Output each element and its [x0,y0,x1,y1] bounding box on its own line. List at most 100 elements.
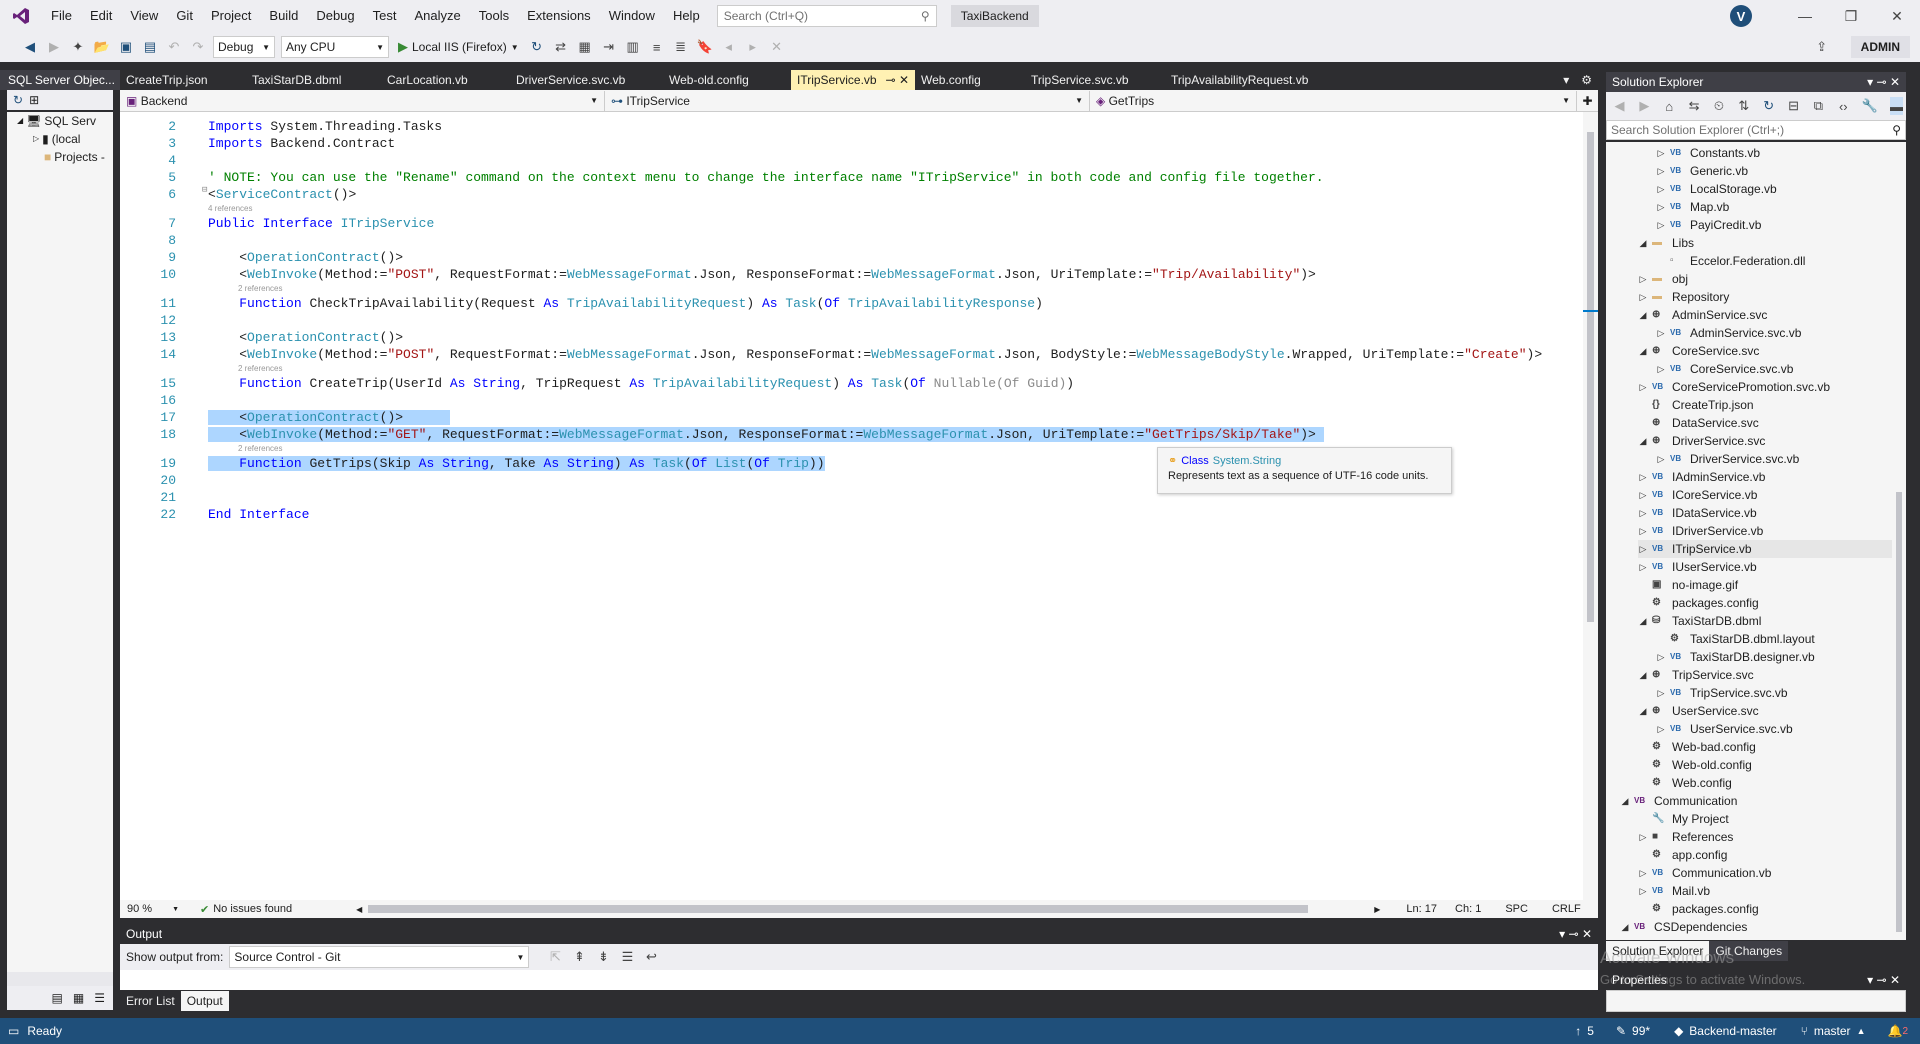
tab-web-old-config[interactable]: Web-old.config [663,70,791,90]
forward-icon[interactable]: ▶ [45,38,63,56]
collapsed-icon[interactable]: ▷ [1638,540,1648,558]
bookmark-icon[interactable]: 🔖 [696,38,714,56]
save-all-icon[interactable]: ▤ [141,38,159,56]
collapsed-icon[interactable]: ▷ [1638,288,1648,306]
expanded-icon[interactable]: ◢ [1638,666,1648,684]
expanded-icon[interactable]: ◢ [1638,234,1648,252]
config-select[interactable]: Debug ▼ [213,36,275,58]
left-hscroll[interactable] [7,972,113,986]
menu-debug[interactable]: Debug [307,0,363,32]
expanded-icon[interactable]: ◢ [1638,702,1648,720]
platform-select[interactable]: Any CPU ▼ [281,36,389,58]
solution-item[interactable]: ◢ ⛁ TaxiStarDB.dbml [1638,612,1762,630]
screenshot-icon[interactable]: ▦ [576,38,594,56]
tab-taxistardb-dbml[interactable]: TaxiStarDB.dbml [246,70,381,90]
solution-item[interactable]: ⚙ packages.config [1638,594,1759,612]
zoom-select[interactable]: 90 % ▼ [123,901,183,917]
home-icon[interactable]: ⌂ [1663,97,1676,115]
back-icon[interactable]: ◀ [1613,97,1626,115]
collapsed-icon[interactable]: ▷ [1638,504,1648,522]
collapsed-icon[interactable]: ▷ [1656,324,1666,342]
collapsed-icon[interactable]: ▷ [1638,864,1648,882]
notifications-icon[interactable]: 🔔 [1887,1024,1902,1038]
collapse-all-icon[interactable]: ⊟ [1787,97,1800,115]
visual-studio-logo-icon[interactable] [0,0,42,32]
expanded-icon[interactable]: ◢ [1638,342,1648,360]
solution-item[interactable]: ◢ ⊕ CoreService.svc [1638,342,1760,360]
solution-item[interactable]: ▷ VB ICoreService.vb [1638,486,1758,504]
dropdown-icon[interactable]: ▾ [1559,927,1565,941]
expanded-icon[interactable]: ◢ [1638,306,1648,324]
next-message-icon[interactable]: ⇟ [594,948,612,966]
collapsed-icon[interactable]: ▷ [1656,180,1666,198]
solution-item[interactable]: ◢ ⊕ TripService.svc [1638,666,1754,684]
line-indicator[interactable]: Ln: 17 [1406,903,1437,915]
run-button[interactable]: ▶ Local IIS (Firefox) ▼ [398,39,519,55]
pin-icon[interactable]: ⊸ [1877,75,1887,89]
solution-item[interactable]: ◢ ▬ Libs [1638,234,1694,252]
code-lens[interactable]: 4 references [208,204,252,213]
back-icon[interactable]: ◀ [21,38,39,56]
dropdown-icon[interactable]: ▾ [1867,75,1873,89]
forward-icon[interactable]: ▶ [1638,97,1651,115]
solution-item[interactable]: ▷ ▬ Repository [1638,288,1730,306]
scroll-right-icon[interactable]: ▶ [1374,905,1380,914]
whitespace-indicator[interactable]: SPC [1505,903,1528,915]
solution-item[interactable]: ▷ ▬ obj [1638,270,1688,288]
code-lens[interactable]: 2 references [238,444,282,453]
collapsed-icon[interactable]: ▷ [1638,558,1648,576]
bookmark-next-icon[interactable]: ▸ [744,38,762,56]
expanded-icon[interactable]: ◢ [1638,612,1648,630]
menu-extensions[interactable]: Extensions [518,0,600,32]
horizontal-scrollbar[interactable] [368,905,1309,913]
live-share-icon[interactable]: ⇪ [1813,38,1831,56]
tab-web-config[interactable]: Web.config [915,70,1025,90]
layout-icon[interactable]: ▥ [624,38,642,56]
properties-icon[interactable]: 🔧 [1862,97,1878,115]
collapsed-icon[interactable]: ▷ [1656,360,1666,378]
solution-item[interactable]: ⚙ Web.config [1638,774,1732,792]
tree-item-sql-server[interactable]: ◢ 🖥 SQL Serv [7,112,113,130]
solution-item[interactable]: ▷ VB Constants.vb [1656,144,1761,162]
browser-link-icon[interactable]: ⇄ [552,38,570,56]
collapsed-icon[interactable]: ▷ [1656,684,1666,702]
code-editor[interactable]: 2 3 4 5 6 7 8 9 10 11 12 13 14 15 16 17 … [120,112,1583,907]
solution-item[interactable]: ⚙ TaxiStarDB.dbml.layout [1656,630,1815,648]
restore-button[interactable]: ❐ [1828,0,1874,32]
tab-tripservice-svc-vb[interactable]: TripService.svc.vb [1025,70,1165,90]
branch-icon[interactable]: ⑂ [1801,1024,1808,1038]
collapsed-icon[interactable]: ▷ [1638,468,1648,486]
list-icon[interactable]: ☰ [94,991,105,1005]
pending-changes-icon[interactable]: ⏲ [1713,97,1726,115]
collapsed-icon[interactable]: ▷ [1638,270,1648,288]
solution-item[interactable]: ▷ VB TripService.svc.vb [1656,684,1788,702]
show-all-files-icon[interactable]: ⧉ [1812,97,1825,115]
search-input[interactable]: Search (Ctrl+Q) ⚲ [716,5,937,27]
branch-name[interactable]: master [1814,1024,1851,1038]
prev-message-icon[interactable]: ⇞ [570,948,588,966]
issues-label[interactable]: No issues found [213,903,292,915]
refresh-icon[interactable]: ↻ [528,38,546,56]
close-tab-icon[interactable]: ✕ [899,73,909,87]
solution-item[interactable]: ⚙ Web-old.config [1638,756,1752,774]
solution-item[interactable]: ▷ VB IDriverService.vb [1638,522,1764,540]
project-dropdown[interactable]: ▣ Backend ▼ [120,90,605,111]
menu-file[interactable]: File [42,0,81,32]
solution-item[interactable]: 🔧 My Project [1638,810,1729,828]
scroll-thumb[interactable] [1896,492,1902,932]
solution-item[interactable]: ⚙ packages.config [1638,900,1759,918]
find-message-icon[interactable]: ⇱ [546,948,564,966]
dropdown-icon[interactable]: ▾ [1867,973,1873,987]
pin-icon[interactable]: ⊸ [886,73,896,87]
solution-item[interactable]: ▷ VB CoreService.svc.vb [1656,360,1794,378]
solution-item[interactable]: ▷ VB IAdminService.vb [1638,468,1766,486]
tree-item-local[interactable]: ▷ ▮ (local [7,130,113,148]
tab-createtrip-json[interactable]: CreateTrip.json [120,70,246,90]
menu-git[interactable]: Git [167,0,202,32]
menu-view[interactable]: View [121,0,167,32]
undo-icon[interactable]: ↶ [165,38,183,56]
view-code-icon[interactable]: ‹› [1837,97,1850,115]
pending-count[interactable]: 99* [1632,1024,1650,1038]
notification-count[interactable]: 2 [1902,1026,1908,1037]
collapsed-icon[interactable]: ▷ [1656,162,1666,180]
